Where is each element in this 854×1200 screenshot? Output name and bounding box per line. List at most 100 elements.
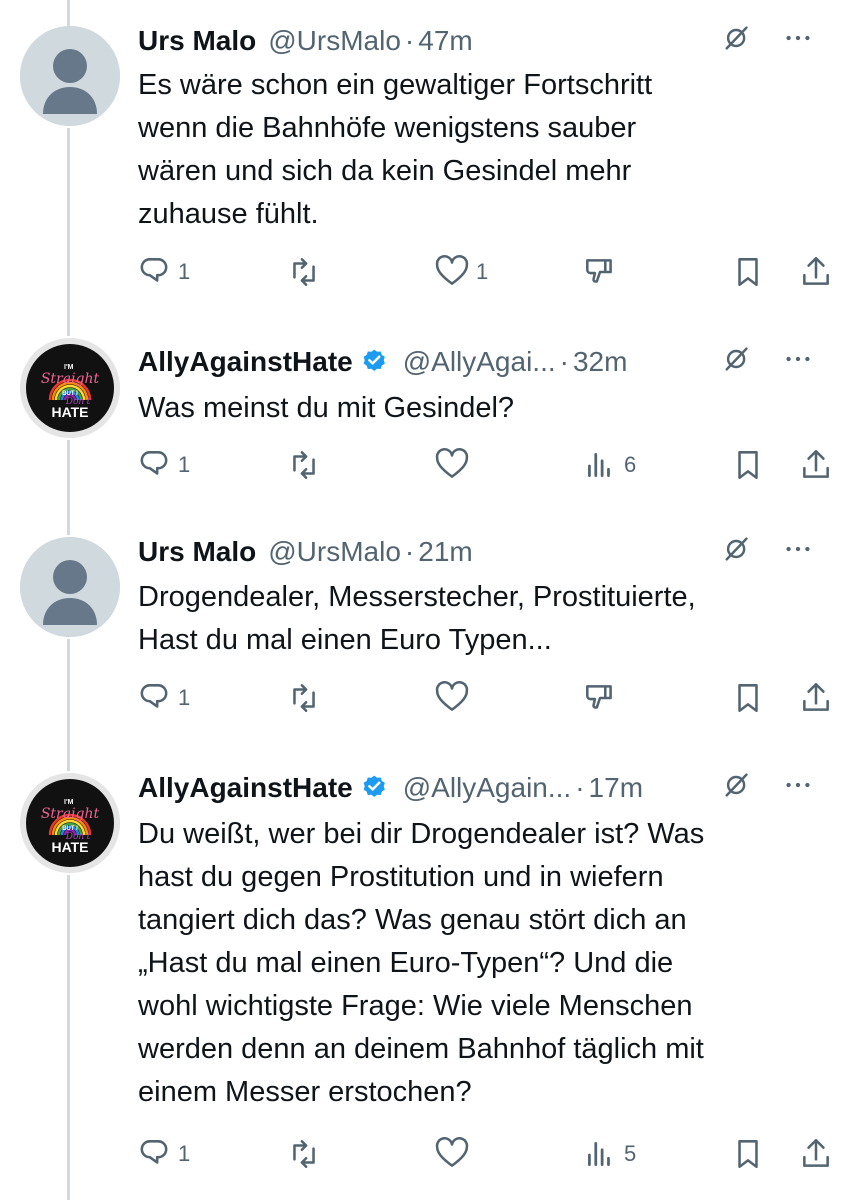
verified-icon bbox=[363, 349, 385, 371]
bookmark-button[interactable] bbox=[730, 1132, 766, 1176]
heart-icon bbox=[435, 448, 469, 478]
reply-button[interactable]: 1 bbox=[136, 676, 190, 720]
retweet-button[interactable] bbox=[286, 1132, 328, 1176]
bookmark-button[interactable] bbox=[730, 250, 766, 294]
retweet-button[interactable] bbox=[286, 250, 328, 294]
retweet-button[interactable] bbox=[286, 676, 328, 720]
avatar[interactable] bbox=[20, 26, 120, 126]
tweet-header: Urs Malo @UrsMalo · 21m bbox=[138, 532, 834, 572]
tweet-header: AllyAgainstHate @AllyAgai... · 32m bbox=[138, 342, 834, 382]
tweet-text-line: „Hast du mal einen Euro-Typen“? Und die bbox=[138, 947, 674, 979]
thread-line bbox=[67, 440, 70, 535]
views-button[interactable]: 6 bbox=[582, 443, 636, 487]
more-icon bbox=[786, 782, 810, 787]
avatar[interactable]: I'M Straight BUT I Don't HATE bbox=[20, 338, 120, 438]
tweet-text-line: zuhause fühlt. bbox=[138, 198, 319, 230]
retweet-icon bbox=[293, 451, 315, 479]
retweet-icon bbox=[293, 684, 315, 712]
heart-icon bbox=[435, 1137, 469, 1167]
tweet-text-line: Was meinst du mit Gesindel? bbox=[138, 392, 515, 424]
grok-button[interactable] bbox=[722, 343, 754, 382]
grok-button[interactable] bbox=[722, 22, 754, 61]
share-icon bbox=[803, 449, 829, 478]
avatar[interactable] bbox=[20, 537, 120, 637]
like-button[interactable] bbox=[434, 1132, 476, 1176]
like-button[interactable] bbox=[434, 443, 476, 487]
header-actions bbox=[722, 342, 814, 382]
verified-badge bbox=[361, 347, 391, 377]
bookmark-button[interactable] bbox=[730, 676, 766, 720]
bookmark-button[interactable] bbox=[730, 443, 766, 487]
more-icon bbox=[786, 35, 810, 40]
tweet-text-line: Drogendealer, Messerstecher, Prostituier… bbox=[138, 581, 696, 613]
timestamp[interactable]: 17m bbox=[589, 772, 643, 804]
svg-text:Straight: Straight bbox=[41, 371, 100, 387]
header-actions bbox=[722, 768, 814, 808]
bookmark-icon bbox=[738, 1140, 758, 1168]
reply-icon bbox=[140, 258, 168, 282]
thread-line bbox=[67, 0, 70, 26]
grok-button[interactable] bbox=[722, 533, 754, 572]
timestamp[interactable]: 32m bbox=[573, 346, 627, 378]
heart-icon bbox=[435, 681, 469, 711]
retweet-button[interactable] bbox=[286, 443, 328, 487]
grok-button[interactable] bbox=[722, 769, 754, 808]
share-icon bbox=[803, 1138, 829, 1167]
share-button[interactable] bbox=[798, 676, 834, 720]
handle[interactable]: @UrsMalo bbox=[268, 25, 401, 57]
views-count: 5 bbox=[624, 1141, 637, 1166]
timestamp[interactable]: 47m bbox=[418, 25, 472, 57]
views-button[interactable]: 5 bbox=[582, 1132, 636, 1176]
tweet-text-line: Hast du mal einen Euro Typen... bbox=[138, 624, 552, 656]
share-button[interactable] bbox=[798, 1132, 834, 1176]
handle[interactable]: @AllyAgai... bbox=[403, 346, 556, 378]
tweet-text-line: Du weißt, wer bei dir Drogendealer ist? … bbox=[138, 818, 705, 850]
handle[interactable]: @AllyAgain... bbox=[403, 772, 572, 804]
tweet-header: AllyAgainstHate @AllyAgain... · 17m bbox=[138, 768, 834, 808]
header-actions bbox=[722, 21, 814, 61]
tweet-text-line: werden denn an deinem Bahnhof täglich mi… bbox=[138, 1033, 704, 1065]
tweet-text-line: tangiert dich das? Was genau stört dich … bbox=[138, 904, 687, 936]
more-button[interactable] bbox=[782, 343, 814, 382]
grok-icon bbox=[725, 772, 748, 797]
reply-button[interactable]: 1 bbox=[136, 443, 190, 487]
bookmark-icon bbox=[738, 451, 758, 479]
default-avatar-icon bbox=[20, 537, 120, 637]
tweet-text: Es wäre schon ein gewaltiger Fortschritt… bbox=[138, 64, 828, 236]
downvote-button[interactable] bbox=[582, 676, 624, 720]
svg-text:Straight: Straight bbox=[41, 806, 100, 822]
like-button[interactable]: 1 bbox=[434, 250, 488, 294]
share-icon bbox=[803, 256, 829, 285]
bookmark-icon bbox=[738, 258, 758, 286]
tweet-text-line: einem Messer erstochen? bbox=[138, 1076, 472, 1108]
svg-text:I'M: I'M bbox=[64, 799, 74, 806]
reply-button[interactable]: 1 bbox=[136, 1132, 190, 1176]
more-button[interactable] bbox=[782, 22, 814, 61]
separator-dot: · bbox=[404, 536, 415, 567]
display-name[interactable]: Urs Malo bbox=[138, 25, 256, 57]
reply-button[interactable]: 1 bbox=[136, 250, 190, 294]
more-button[interactable] bbox=[782, 533, 814, 572]
share-button[interactable] bbox=[798, 443, 834, 487]
timestamp[interactable]: 21m bbox=[418, 536, 472, 568]
display-name[interactable]: AllyAgainstHate bbox=[138, 346, 353, 378]
action-bar: 1 bbox=[130, 676, 836, 720]
svg-text:HATE: HATE bbox=[51, 839, 88, 855]
downvote-button[interactable] bbox=[582, 250, 624, 294]
handle[interactable]: @UrsMalo bbox=[268, 536, 401, 568]
like-button[interactable] bbox=[434, 676, 476, 720]
display-name[interactable]: AllyAgainstHate bbox=[138, 772, 353, 804]
more-button[interactable] bbox=[782, 769, 814, 808]
avatar[interactable]: I'M Straight BUT I Don't HATE bbox=[20, 773, 120, 873]
reply-icon bbox=[140, 1140, 168, 1164]
display-name[interactable]: Urs Malo bbox=[138, 536, 256, 568]
tweet-text-line: Es wäre schon ein gewaltiger Fortschritt bbox=[138, 69, 653, 101]
share-button[interactable] bbox=[798, 250, 834, 294]
separator-dot: · bbox=[559, 346, 569, 377]
tweet-header: Urs Malo @UrsMalo · 47m bbox=[138, 21, 834, 61]
thread-line bbox=[67, 875, 70, 1200]
more-icon bbox=[786, 356, 810, 361]
tweet-text: Was meinst du mit Gesindel? bbox=[138, 387, 828, 430]
grok-icon bbox=[725, 25, 748, 50]
reply-icon bbox=[140, 684, 168, 708]
